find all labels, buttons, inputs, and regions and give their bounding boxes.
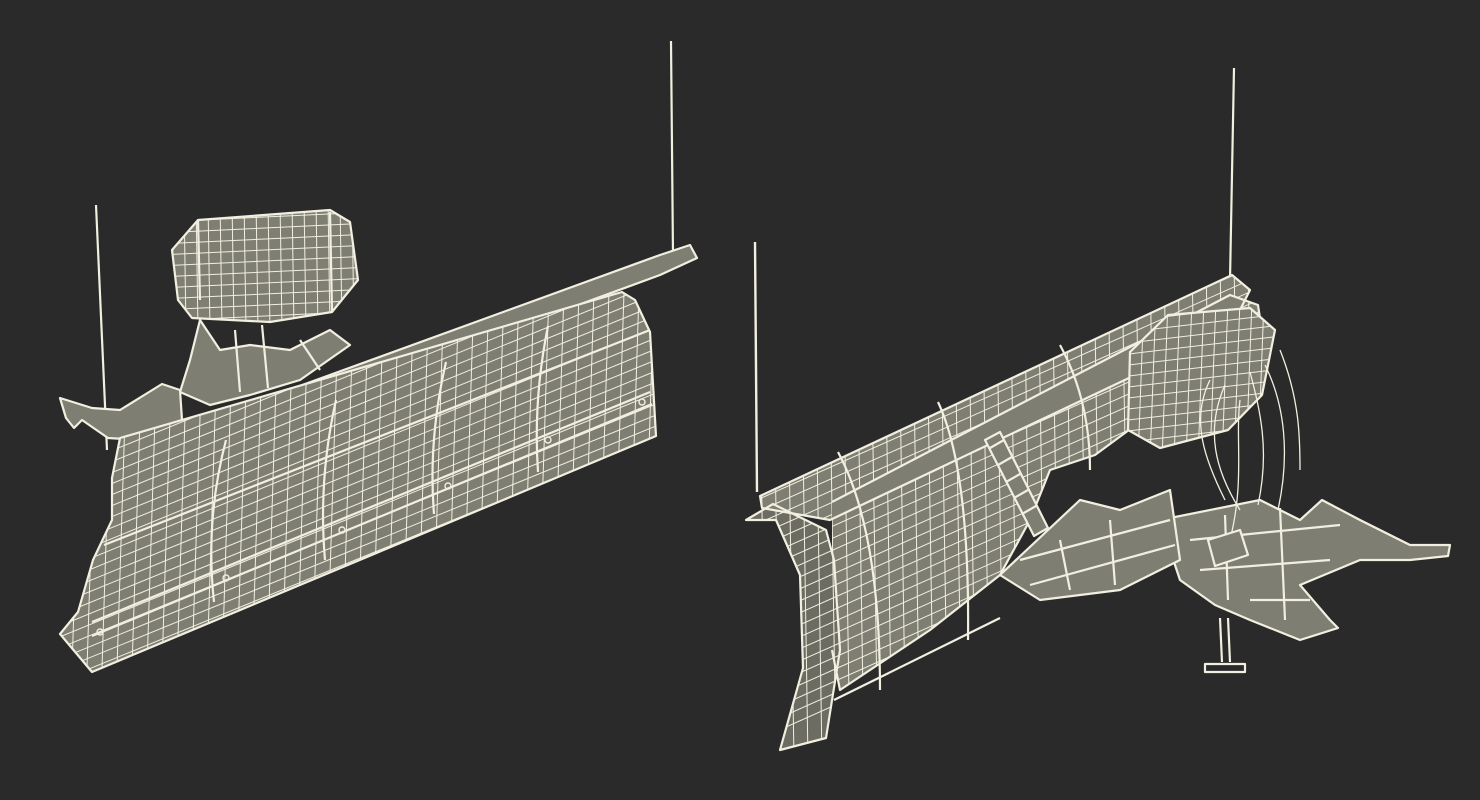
snow-plow-model-front	[26, 0, 700, 700]
pump-mesh-line-u	[160, 200, 162, 330]
blade-rear-mesh-line-v	[730, 22, 1290, 272]
pump-housing	[160, 190, 370, 330]
blade-rear-mesh-line-u	[1290, 260, 1298, 760]
blade-marker-rod-left	[753, 241, 759, 493]
pump-mesh-line-v	[160, 190, 370, 200]
blade-rear-mesh-line-v	[746, 275, 1262, 321]
blade-mesh-line-v	[60, 292, 656, 316]
pump-rear-mesh-line-u	[1269, 308, 1275, 448]
blade-mesh-line-u	[26, 260, 40, 700]
jack-stand	[1203, 617, 1247, 674]
blade-mesh-line-u	[41, 260, 55, 700]
blade-rear-mesh-line-v	[746, 275, 1262, 285]
pump-mesh-line-v	[172, 210, 358, 212]
render-viewport	[0, 0, 1480, 800]
moldboard-surface	[26, 0, 700, 700]
snow-plow-model-rear	[730, 10, 1452, 760]
blade-marker-rod-right	[1228, 67, 1236, 281]
blade-rear-mesh-line-u	[1051, 275, 1061, 750]
blade-mesh-line-u	[655, 292, 656, 672]
blade-rear-mesh-line-v	[746, 275, 1262, 309]
blade-rear-mesh-line-v	[746, 275, 1262, 297]
blade-rear-mesh-line-u	[746, 275, 753, 750]
blade-rear-mesh-line-u	[730, 260, 738, 760]
blade-mesh-line-u	[671, 260, 685, 700]
blade-mesh-line-v	[60, 292, 656, 294]
blade-mesh-line-v	[40, 12, 700, 282]
blade-mesh-line-u	[686, 260, 700, 700]
wireframe-render	[26, 0, 1452, 760]
blade-mesh-line-v	[40, 0, 700, 260]
pump-mesh-line-u	[364, 200, 366, 330]
blade-mesh-line-v	[40, 1, 700, 271]
pump-rear-mesh-line-u	[1282, 300, 1288, 460]
blade-marker-rod-right	[669, 40, 675, 257]
blade-mesh-line-v	[60, 292, 656, 305]
blade-rear-mesh-line-v	[730, 10, 1290, 260]
